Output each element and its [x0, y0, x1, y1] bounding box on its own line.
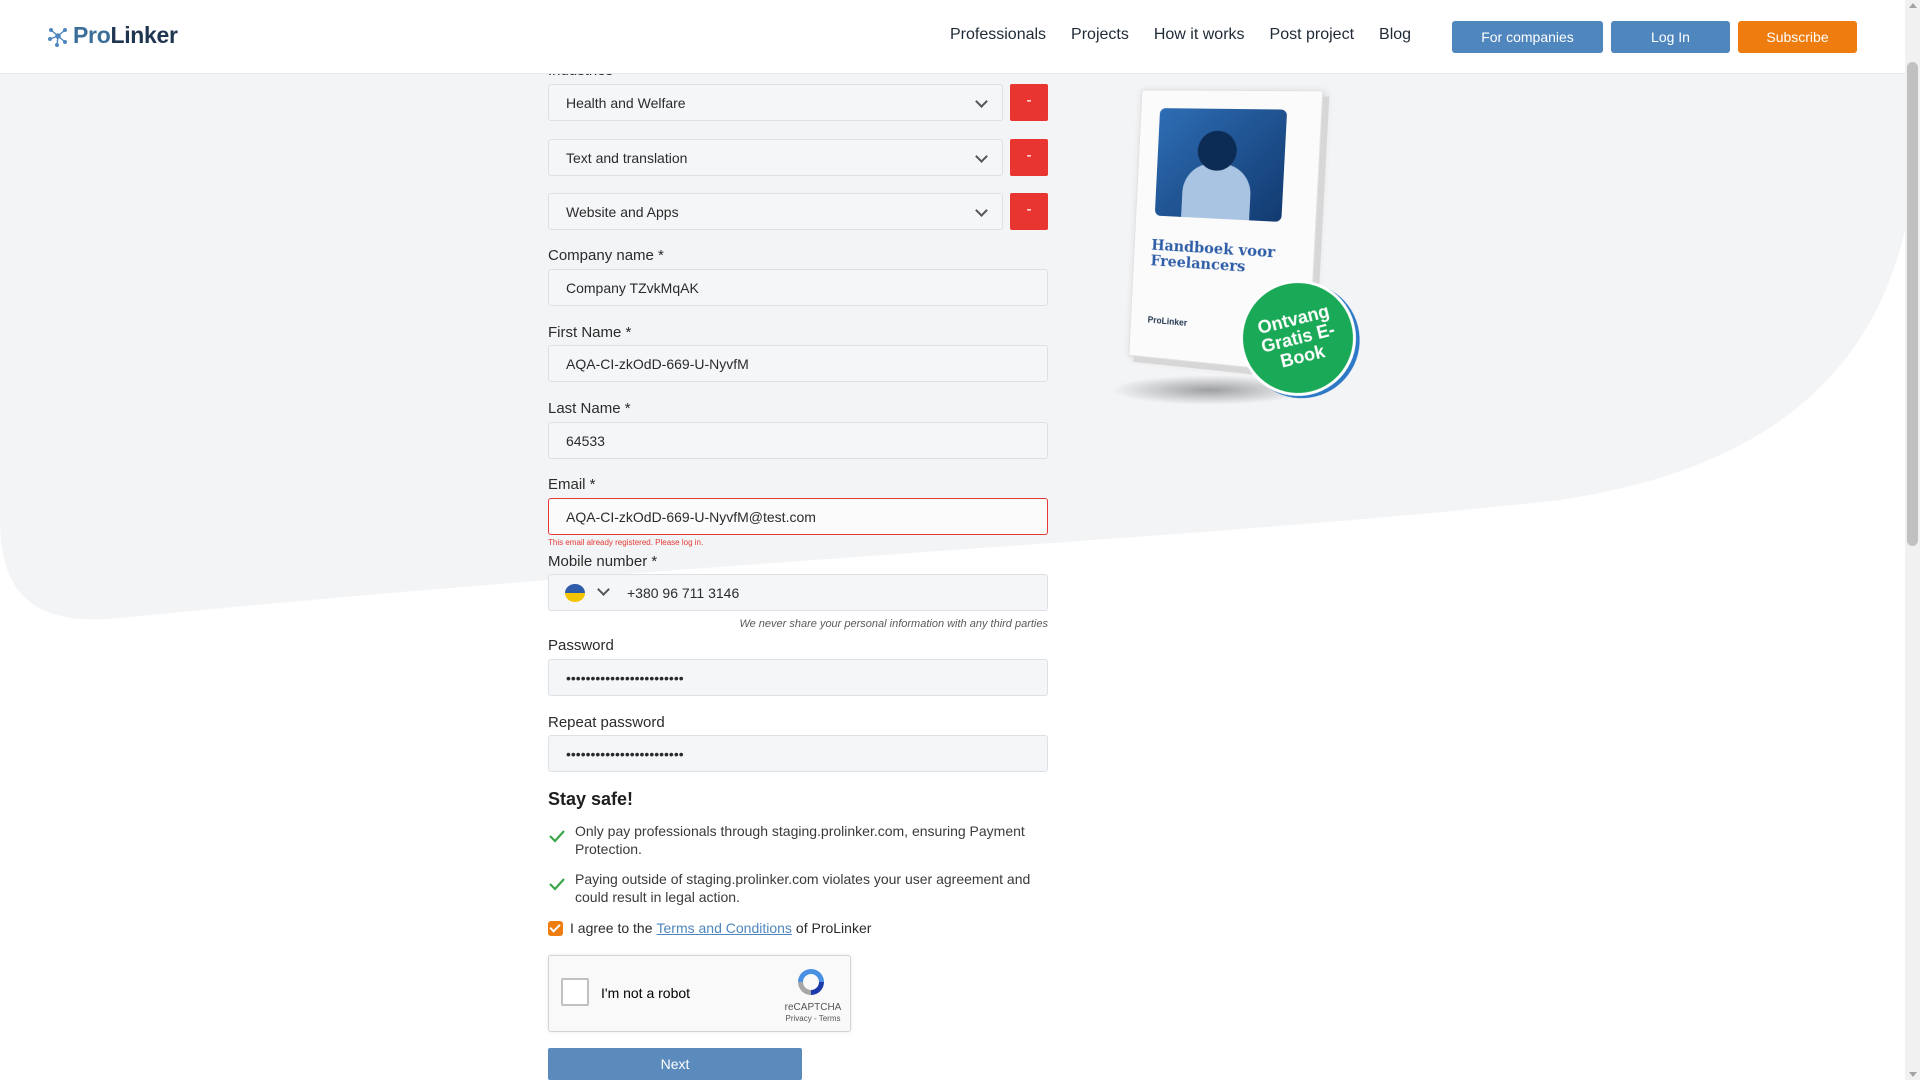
remove-industry-button-1[interactable]: -: [1010, 84, 1048, 121]
industry-select-2[interactable]: Text and translation: [548, 139, 1003, 176]
recaptcha-widget: I'm not a robot reCAPTCHA Privacy - Term…: [548, 955, 851, 1032]
privacy-note: We never share your personal information…: [739, 618, 1048, 630]
last-name-label: Last Name *: [548, 400, 631, 417]
repeat-password-input[interactable]: ••••••••••••••••••••••••: [548, 735, 1048, 772]
prolinker-logo[interactable]: ProLinker: [46, 22, 178, 49]
logo-text: ProLinker: [73, 22, 178, 49]
password-input[interactable]: ••••••••••••••••••••••••: [548, 659, 1048, 696]
mobile-number-label: Mobile number *: [548, 553, 657, 570]
recaptcha-checkbox[interactable]: [561, 978, 589, 1006]
mobile-number-field: +380 96 711 3146: [548, 574, 1048, 611]
safe-item-text: Only pay professionals through staging.p…: [575, 822, 1045, 858]
industry-select-3[interactable]: Website and Apps: [548, 193, 1003, 230]
terms-checkbox[interactable]: [548, 921, 563, 936]
check-icon: [548, 875, 566, 893]
company-name-input[interactable]: Company TZvkMqAK: [548, 269, 1048, 306]
badge-text: Ontvang Gratis E-Book: [1247, 299, 1348, 376]
recaptcha-brand: reCAPTCHA: [783, 1002, 843, 1013]
main-nav: Professionals Projects How it works Post…: [950, 26, 1436, 44]
agree-suffix: of ProLinker: [796, 920, 871, 936]
nav-projects[interactable]: Projects: [1071, 26, 1129, 44]
ukraine-flag-icon[interactable]: [565, 584, 585, 602]
terms-agreement: I agree to the Terms and Conditions of P…: [548, 920, 871, 936]
last-name-input[interactable]: 64533: [548, 422, 1048, 459]
stay-safe-heading: Stay safe!: [548, 789, 633, 810]
ebook-promo[interactable]: Handboek voor Freelancers ProLinker Ontv…: [1100, 80, 1380, 430]
chevron-down-icon: [975, 95, 988, 108]
country-chevron-down-icon[interactable]: [597, 583, 610, 596]
terms-link[interactable]: Terms and Conditions: [657, 920, 792, 936]
first-name-label: First Name *: [548, 324, 631, 341]
email-error-message: This email already registered. Please lo…: [548, 538, 703, 547]
next-button[interactable]: Next: [548, 1048, 802, 1080]
remove-industry-button-2[interactable]: -: [1010, 139, 1048, 176]
industry-select-value: Text and translation: [566, 150, 687, 166]
remove-industry-button-3[interactable]: -: [1010, 193, 1048, 230]
recaptcha-links[interactable]: Privacy - Terms: [780, 1014, 846, 1023]
password-label: Password: [548, 637, 614, 654]
industry-select-value: Health and Welfare: [566, 95, 686, 111]
email-label: Email *: [548, 476, 596, 493]
page-scrollbar[interactable]: [1905, 0, 1920, 1080]
subscribe-button[interactable]: Subscribe: [1738, 21, 1857, 53]
scroll-down-arrow-icon[interactable]: [1909, 1072, 1917, 1077]
recaptcha-logo-icon: [795, 966, 827, 998]
ebook-title: Handboek voor Freelancers: [1150, 237, 1288, 278]
scroll-thumb[interactable]: [1907, 62, 1918, 546]
site-header: ProLinker Professionals Projects How it …: [0, 0, 1905, 74]
agree-prefix: I agree to the: [570, 920, 653, 936]
recaptcha-label: I'm not a robot: [601, 985, 690, 1001]
first-name-input[interactable]: AQA-CI-zkOdD-669-U-NyvfM: [548, 345, 1048, 382]
ebook-logo: ProLinker: [1147, 315, 1187, 328]
repeat-password-label: Repeat password: [548, 714, 665, 731]
nav-professionals[interactable]: Professionals: [950, 26, 1046, 44]
for-companies-button[interactable]: For companies: [1452, 21, 1603, 53]
company-name-label: Company name *: [548, 247, 664, 264]
check-icon: [548, 827, 566, 845]
logo-network-icon: [46, 24, 70, 48]
scroll-up-arrow-icon[interactable]: [1909, 3, 1917, 8]
mobile-number-input[interactable]: +380 96 711 3146: [627, 585, 739, 601]
chevron-down-icon: [975, 150, 988, 163]
ebook-photo: [1155, 108, 1287, 222]
email-input[interactable]: AQA-CI-zkOdD-669-U-NyvfM@test.com: [548, 498, 1048, 535]
industry-select-value: Website and Apps: [566, 204, 679, 220]
nav-how-it-works[interactable]: How it works: [1154, 26, 1245, 44]
login-button[interactable]: Log In: [1611, 21, 1730, 53]
safe-item-text: Paying outside of staging.prolinker.com …: [575, 870, 1045, 906]
nav-blog[interactable]: Blog: [1379, 26, 1411, 44]
chevron-down-icon: [975, 204, 988, 217]
industry-select-1[interactable]: Health and Welfare: [548, 84, 1003, 121]
nav-post-project[interactable]: Post project: [1270, 26, 1354, 44]
